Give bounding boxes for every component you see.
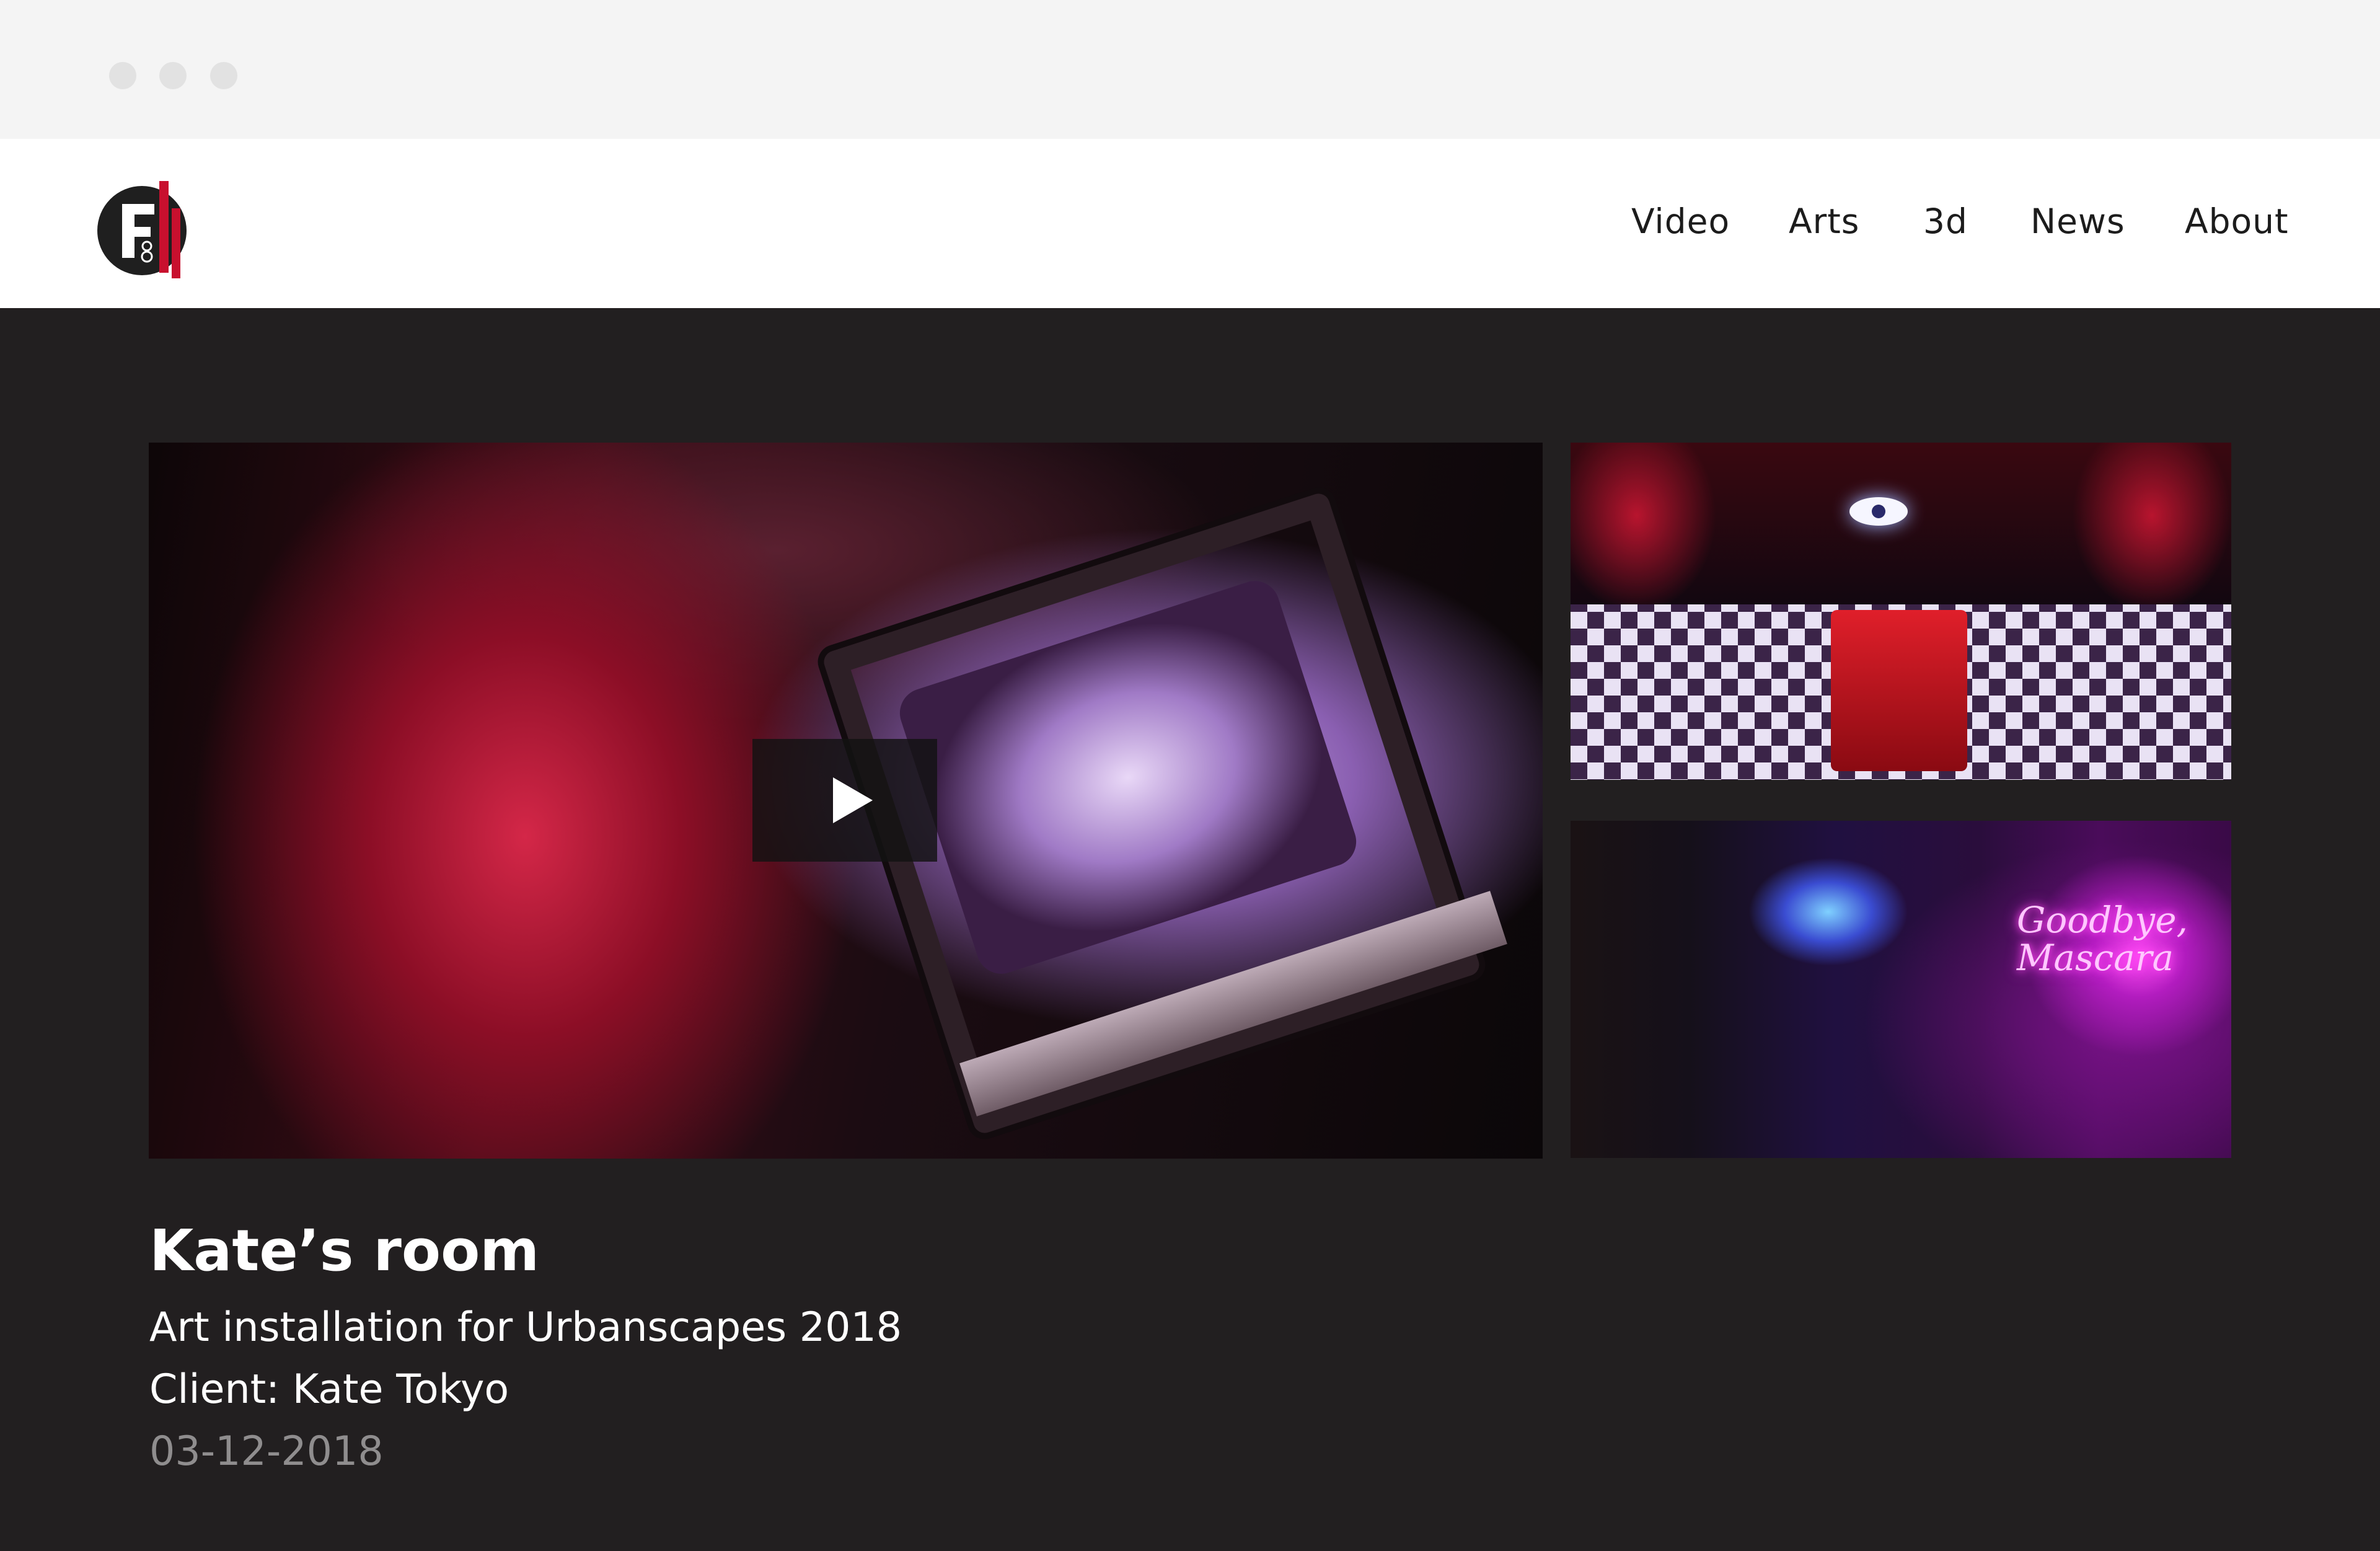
nav-link-arts[interactable]: Arts — [1789, 205, 1859, 239]
neon-sign-text: Goodbye, Mascara — [2017, 899, 2188, 979]
nav-link-news[interactable]: News — [2030, 205, 2125, 239]
brand-logo-icon — [97, 181, 187, 278]
nav-link-about[interactable]: About — [2185, 205, 2289, 239]
window-maximize-dot[interactable] — [210, 62, 237, 89]
project-content: Goodbye, Mascara Kate’s room Art install… — [0, 308, 2380, 1551]
neon-eye-decoration — [1849, 497, 1908, 526]
window-minimize-dot[interactable] — [159, 62, 187, 89]
project-client: Client: Kate Tokyo — [149, 1366, 509, 1413]
play-button[interactable] — [752, 739, 937, 862]
browser-chrome — [0, 0, 2380, 139]
gallery-thumbnail-neon[interactable]: Goodbye, Mascara — [1571, 821, 2231, 1158]
window-close-dot[interactable] — [109, 62, 136, 89]
project-title: Kate’s room — [149, 1217, 540, 1284]
red-bed-decoration — [1831, 610, 1967, 771]
project-date: 03-12-2018 — [149, 1428, 384, 1475]
brand-logo[interactable] — [97, 176, 194, 278]
curtain-backdrop — [1571, 443, 2231, 605]
play-icon — [833, 777, 873, 823]
project-subtitle: Art installation for Urbanscapes 2018 — [149, 1304, 902, 1351]
nav-link-3d[interactable]: 3d — [1923, 205, 1968, 239]
main-video-player[interactable] — [149, 443, 1543, 1159]
nav-link-video[interactable]: Video — [1631, 205, 1730, 239]
site-header: Video Arts 3d News About — [0, 139, 2380, 308]
gallery-thumbnail-room[interactable] — [1571, 443, 2231, 780]
